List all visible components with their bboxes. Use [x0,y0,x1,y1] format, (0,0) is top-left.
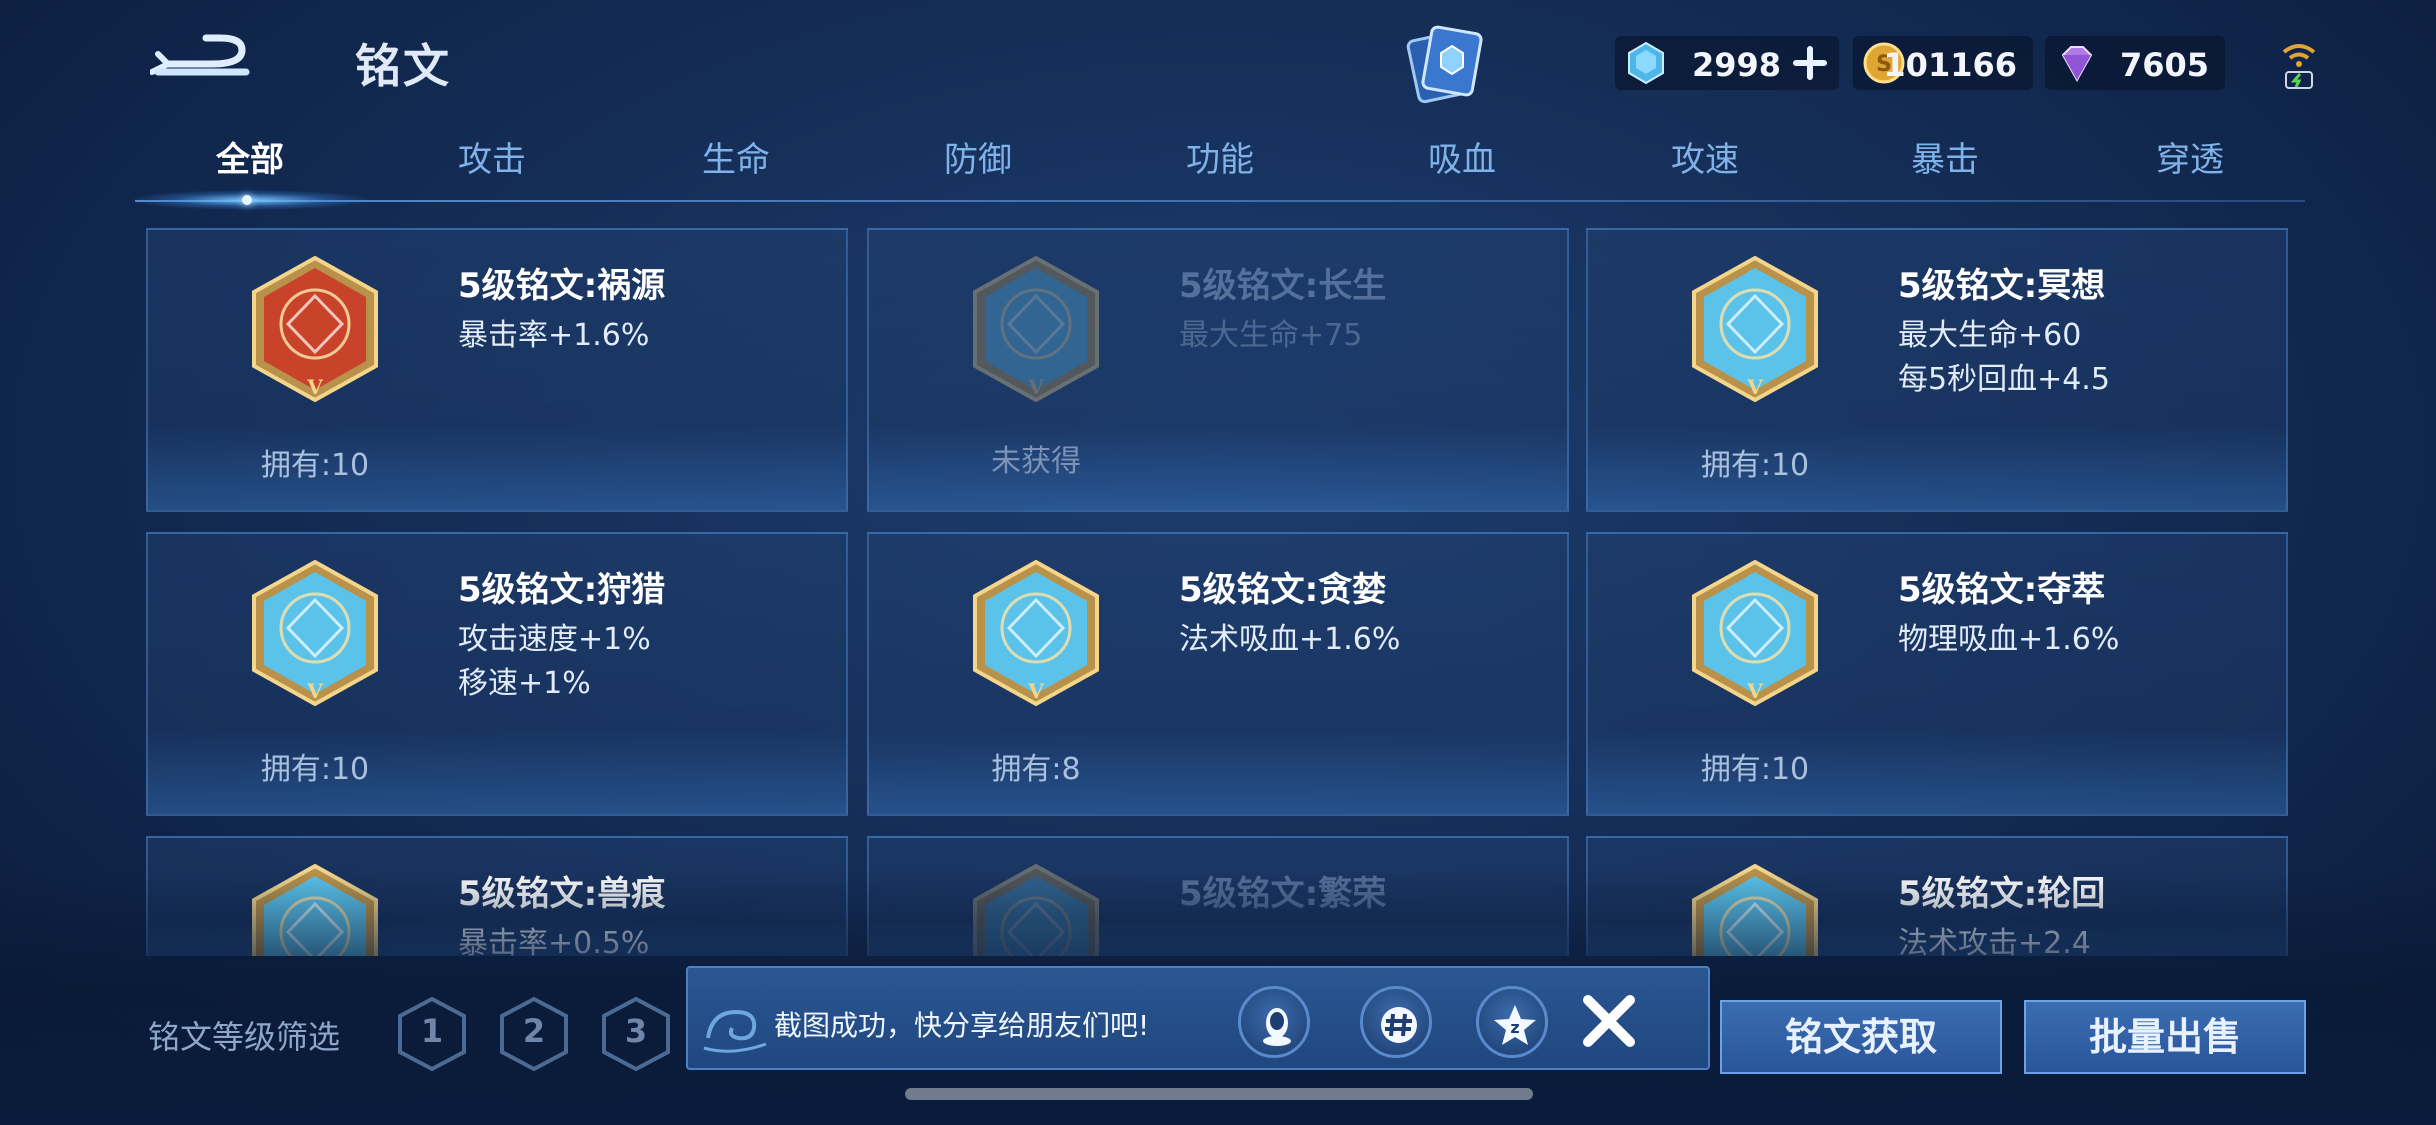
wifi-battery-icon [2278,38,2320,92]
owned-count: 拥有:10 [1700,752,1810,787]
owned-count: 拥有:8 [991,752,1081,787]
level-filter-1[interactable]: 1 [396,996,468,1072]
tab-lifesteal[interactable]: 吸血 [1392,132,1532,181]
obtain-inscription-button[interactable]: 铭文获取 [1720,1000,2002,1074]
add-gem-button[interactable] [1793,46,1827,80]
level-filter-3[interactable]: 3 [600,996,672,1072]
svg-text:z: z [1510,1018,1519,1037]
share-qq-button[interactable] [1238,986,1310,1058]
tab-attack[interactable]: 攻击 [422,132,562,181]
inscription-stats: 法术吸血+1.6% [1179,618,1400,662]
bulk-sell-button[interactable]: 批量出售 [2024,1000,2306,1074]
svg-text:V: V [1746,375,1763,399]
gem-amount: 2998 [1691,46,1781,84]
inscription-badge-icon: V [973,255,1099,403]
inscription-stat-line: 物理吸血+1.6% [1898,622,2120,657]
close-icon [1583,995,1635,1047]
tab-defense[interactable]: 防御 [908,132,1048,181]
svg-text:V: V [1027,679,1044,703]
inscription-card[interactable]: V 5级铭文:祸源暴击率+1.6% 拥有:10 [146,228,848,512]
page-title: 铭文 [355,39,451,93]
inscription-stat-line: 法术吸血+1.6% [1179,622,1401,657]
hashtag-icon [1381,1007,1417,1043]
toast-message: 截图成功，快分享给朋友们吧! [774,1009,1150,1042]
plus-icon [1793,46,1827,80]
inscription-badge-icon: V [1692,559,1818,707]
inscription-card[interactable]: V 5级铭文:贪婪法术吸血+1.6% 拥有:8 [867,532,1569,816]
tab-attack-speed[interactable]: 攻速 [1635,132,1775,181]
inscription-title: 5级铭文:长生 [1179,266,1387,306]
inscription-stats: 最大生命+60 每5秒回血+4.5 [1898,314,2110,402]
inscription-card[interactable]: V 5级铭文:长生最大生命+75 未获得 [867,228,1569,512]
qzone-star-icon: z [1494,1005,1536,1045]
tab-function[interactable]: 功能 [1150,132,1290,181]
inscription-stats: 暴击率+1.6% [458,314,649,358]
inscription-badge-icon: V [973,559,1099,707]
share-wechat-moments-button[interactable] [1360,986,1432,1058]
tab-health[interactable]: 生命 [666,132,806,181]
inscription-title: 5级铭文:祸源 [458,266,666,306]
qq-penguin-icon [1263,1008,1291,1046]
inscription-book-icon[interactable] [1405,22,1487,108]
level-filter-label-3: 3 [624,1012,648,1050]
back-arrow-icon [149,34,250,76]
inscription-badge-icon: V [252,559,378,707]
owned-count: 拥有:10 [1700,448,1810,483]
level-filter-label: 铭文等级筛选 [148,1018,341,1056]
inscription-title: 5级铭文:贪婪 [1179,570,1387,610]
home-indicator[interactable] [905,1088,1533,1100]
inscription-stat-line: 攻击速度+1% [458,622,651,657]
share-qzone-button[interactable]: z [1476,986,1548,1058]
inscription-card[interactable]: V 5级铭文:夺萃物理吸血+1.6% 拥有:10 [1586,532,2288,816]
level-filter-2[interactable]: 2 [498,996,570,1072]
gem-icon [1628,41,1664,85]
inscription-title: 5级铭文:夺萃 [1898,570,2106,610]
svg-text:V: V [306,679,323,703]
inscription-card[interactable]: V 5级铭文:狩猎攻击速度+1% 移速+1% 拥有:10 [146,532,848,816]
close-toast-button[interactable] [1578,990,1640,1052]
owned-count: 拥有:10 [260,448,370,483]
tab-critical[interactable]: 暴击 [1875,132,2015,181]
screenshot-share-toast: 截图成功，快分享给朋友们吧! z [686,966,1710,1070]
inscription-badge-icon: V [1692,255,1818,403]
inscription-stat-line: 移速+1% [458,666,591,701]
svg-text:V: V [306,375,323,399]
category-tabs: 全部 攻击 生命 防御 功能 吸血 攻速 暴击 穿透 [135,132,2305,208]
svg-text:V: V [1746,679,1763,703]
inscription-stat-line: 最大生命+60 [1898,318,2082,353]
inscription-stats: 最大生命+75 [1179,314,1362,358]
level-filter-label-1: 1 [420,1012,444,1050]
inscription-stat-line: 最大生命+75 [1179,318,1363,353]
back-button[interactable] [149,28,260,90]
inscription-title: 5级铭文:冥想 [1898,266,2106,306]
inscription-card[interactable]: V 5级铭文:冥想最大生命+60 每5秒回血+4.5 拥有:10 [1586,228,2288,512]
inscription-title: 5级铭文:狩猎 [458,570,666,610]
diamond-amount: 7605 [2119,46,2209,84]
gem-currency: 2998 [1615,36,1839,90]
inscription-stat-line: 暴击率+1.6% [458,318,650,353]
inscription-stat-line: 每5秒回血+4.5 [1898,362,2110,397]
swirl-icon [703,1009,767,1053]
diamond-currency: 7605 [2045,36,2225,90]
tab-all[interactable]: 全部 [180,132,320,181]
tab-penetration[interactable]: 穿透 [2120,132,2260,181]
inscription-stats: 物理吸血+1.6% [1898,618,2119,662]
inscription-stats: 攻击速度+1% 移速+1% [458,618,651,706]
owned-count: 未获得 [991,444,1081,479]
svg-text:V: V [1027,375,1044,399]
inscription-badge-icon: V [252,255,378,403]
owned-count: 拥有:10 [260,752,370,787]
coin-amount: 101166 [1883,46,2017,84]
level-filter-label-2: 2 [522,1012,546,1050]
diamond-icon [2061,46,2093,83]
coin-currency: S 101166 [1853,36,2033,90]
